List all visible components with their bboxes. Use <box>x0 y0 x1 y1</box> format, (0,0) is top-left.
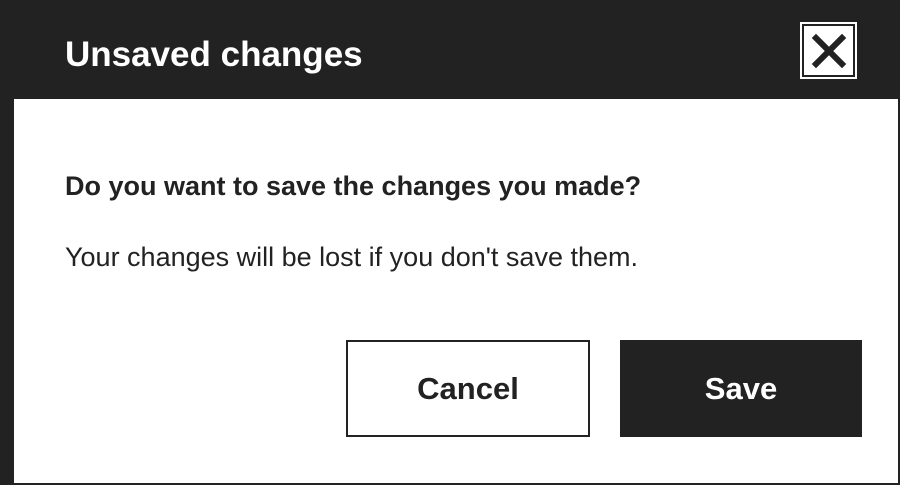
dialog-message: Your changes will be lost if you don't s… <box>65 242 638 272</box>
close-icon <box>811 33 846 68</box>
unsaved-changes-dialog: Unsaved changes Do you want to save the … <box>0 0 900 485</box>
dialog-question: Do you want to save the changes you made… <box>65 171 642 201</box>
dialog-header: Unsaved changes <box>14 2 898 100</box>
close-button[interactable] <box>800 22 857 79</box>
cancel-button[interactable]: Cancel <box>346 340 590 437</box>
save-button[interactable]: Save <box>620 340 862 437</box>
dialog-title: Unsaved changes <box>65 35 363 74</box>
